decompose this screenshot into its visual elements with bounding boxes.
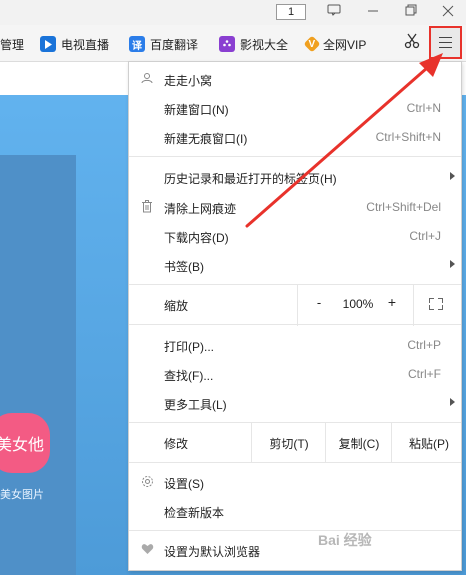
edit-divider [251,423,252,463]
menu-history[interactable]: 历史记录和最近打开的标签页(H) [129,163,461,192]
bookmark-label: 百度翻译 [150,37,199,52]
zoom-in-button[interactable]: + [384,294,400,310]
menu-downloads-shortcut: Ctrl+J [409,229,441,243]
submenu-arrow-icon [450,172,455,180]
page-banner [0,155,76,575]
menu-new-window[interactable]: 新建窗口(N) Ctrl+N [129,94,461,123]
menu-new-window-shortcut: Ctrl+N [406,101,441,115]
gear-icon [140,475,154,489]
menu-more-tools[interactable]: 更多工具(L) [129,389,461,418]
tv-play-icon [40,36,56,52]
menu-downloads[interactable]: 下载内容(D) Ctrl+J [129,222,461,251]
menu-find-label: 查找(F)... [164,369,214,383]
user-icon [140,72,154,86]
edit-divider [325,423,326,463]
edit-divider [391,423,392,463]
tab-count-badge[interactable]: 1 [276,4,306,20]
site-logo[interactable]: 美女他 [0,413,50,473]
menu-divider [129,324,461,325]
menu-divider [129,462,461,463]
cut-button[interactable]: 剪切(T) [259,435,319,452]
menu-print-label: 打印(P)... [164,340,214,354]
menu-print-shortcut: Ctrl+P [407,338,441,352]
menu-check-update[interactable]: 检查新版本 [129,497,461,526]
submenu-arrow-icon [450,398,455,406]
vip-icon: V [303,35,321,53]
maximize-icon[interactable] [401,3,421,21]
menu-divider [129,284,461,285]
bookmark-vip[interactable]: V 全网VIP [303,34,367,54]
bookmark-tv-live[interactable]: 电视直播 [40,34,109,54]
zoom-level: 100% [342,297,374,311]
menu-zoom: 缩放 - 100% + [129,285,461,326]
zoom-divider [413,285,414,326]
menu-print[interactable]: 打印(P)... Ctrl+P [129,331,461,360]
trash-icon [140,200,154,214]
copy-button[interactable]: 复制(C) [329,435,389,452]
menu-new-window-label: 新建窗口(N) [164,103,229,117]
menu-more-tools-label: 更多工具(L) [164,398,227,412]
menu-bookmarks-label: 书签(B) [164,260,204,274]
scissors-icon[interactable] [403,33,421,53]
title-bar: 1 [0,0,466,25]
submenu-arrow-icon [450,260,455,268]
bookmark-label: 管理 [0,37,25,52]
menu-bookmarks[interactable]: 书签(B) [129,251,461,280]
bookmark-label: 电视直播 [61,37,110,52]
bookmark-baidu-translate[interactable]: 译 百度翻译 [129,34,198,54]
menu-user[interactable]: 走走小窝 [129,65,461,94]
site-logo-text: 美女他 [0,437,44,454]
menu-find[interactable]: 查找(F)... Ctrl+F [129,360,461,389]
fullscreen-icon[interactable] [429,298,443,310]
menu-incognito[interactable]: 新建无痕窗口(I) Ctrl+Shift+N [129,123,461,152]
menu-clear-traces-shortcut: Ctrl+Shift+Del [366,200,441,214]
menu-default-browser-label: 设置为默认浏览器 [164,545,261,559]
menu-user-label: 走走小窝 [164,74,213,88]
zoom-out-button[interactable]: - [311,295,327,310]
menu-divider [129,422,461,423]
bookmark-manage[interactable]: 管理 [0,34,24,54]
bookmark-film-collection[interactable]: 影视大全 [219,34,288,54]
bookmarks-bar: 管理 电视直播 译 百度翻译 影视大全 V 全网VIP [0,25,466,62]
menu-edit-label: 修改 [164,437,189,451]
menu-incognito-shortcut: Ctrl+Shift+N [375,130,441,144]
chat-icon[interactable] [324,3,344,21]
film-icon [219,36,235,52]
menu-downloads-label: 下载内容(D) [164,231,229,245]
heart-icon [140,543,154,557]
bookmark-label: 全网VIP [323,37,367,52]
menu-settings-label: 设置(S) [164,477,204,491]
zoom-divider [297,285,298,326]
close-icon[interactable] [438,3,458,21]
menu-clear-traces-label: 清除上网痕迹 [164,202,237,216]
menu-clear-traces[interactable]: 清除上网痕迹 Ctrl+Shift+Del [129,193,461,222]
site-logo-caption[interactable]: 美女图片 [0,486,44,502]
menu-check-update-label: 检查新版本 [164,506,225,520]
menu-history-label: 历史记录和最近打开的标签页(H) [164,172,337,186]
minimize-icon[interactable] [363,3,383,21]
watermark: Bai 经验 [318,532,372,548]
bookmark-label: 影视大全 [240,37,289,52]
menu-zoom-label: 缩放 [164,299,189,313]
translate-icon: 译 [129,36,145,52]
main-menu: 走走小窝 新建窗口(N) Ctrl+N 新建无痕窗口(I) Ctrl+Shift… [128,61,462,571]
menu-settings[interactable]: 设置(S) [129,468,461,497]
menu-divider [129,530,461,531]
menu-incognito-label: 新建无痕窗口(I) [164,132,248,146]
menu-find-shortcut: Ctrl+F [408,367,441,381]
menu-edit: 修改 剪切(T) 复制(C) 粘贴(P) [129,423,461,463]
paste-button[interactable]: 粘贴(P) [399,435,459,452]
menu-default-browser[interactable]: 设置为默认浏览器 [129,536,461,565]
hamburger-menu-icon[interactable] [430,27,461,58]
menu-divider [129,156,461,157]
